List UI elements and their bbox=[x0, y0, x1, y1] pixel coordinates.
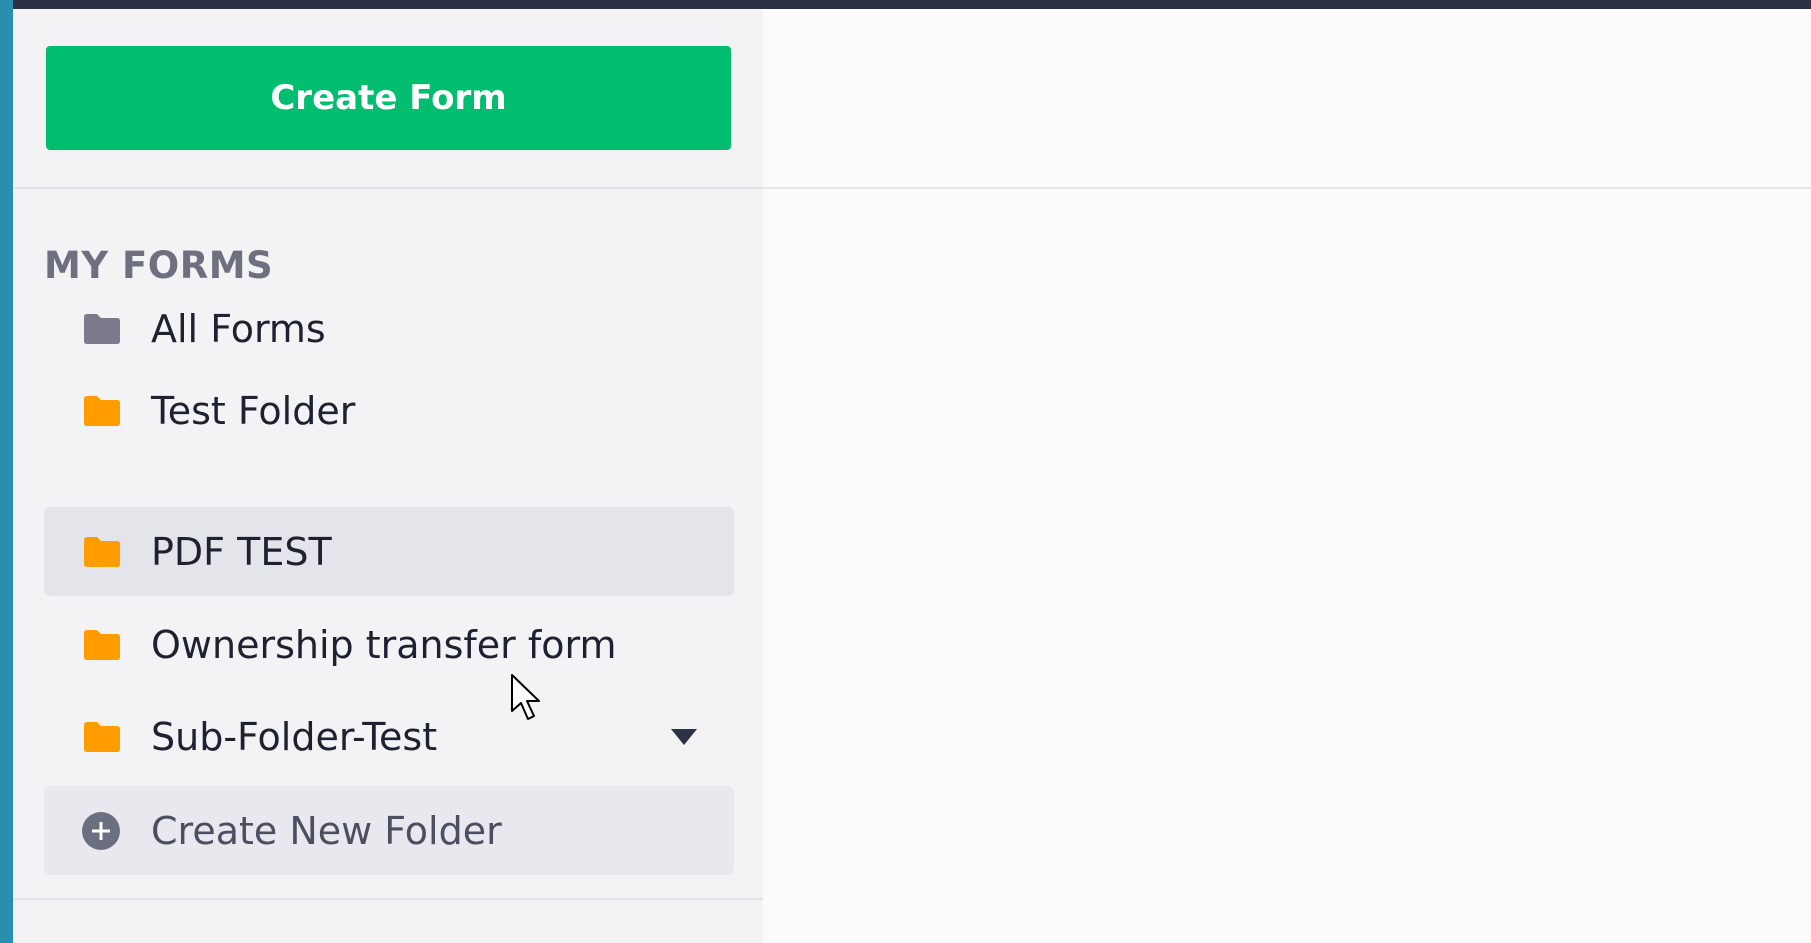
sidebar-item-all-forms[interactable]: All Forms bbox=[44, 284, 734, 373]
main-header-divider bbox=[763, 187, 1811, 189]
sidebar-divider bbox=[13, 898, 763, 900]
top-bar bbox=[0, 0, 1811, 9]
sidebar-item-pdf-test[interactable]: PDF TEST bbox=[44, 507, 734, 596]
folder-icon bbox=[84, 629, 120, 660]
chevron-down-icon[interactable] bbox=[671, 728, 697, 745]
plus-circle-icon bbox=[82, 811, 120, 850]
sidebar-item-label: Sub-Folder-Test bbox=[151, 714, 438, 759]
create-new-folder-button[interactable]: Create New Folder bbox=[44, 786, 734, 875]
sidebar: Create Form MY FORMS All Forms Test Fold… bbox=[13, 9, 763, 943]
folder-icon bbox=[84, 395, 120, 426]
sidebar-header: Create Form bbox=[13, 9, 763, 189]
sidebar-item-ownership-transfer-form[interactable]: Ownership transfer form bbox=[44, 600, 734, 689]
sidebar-item-label: All Forms bbox=[151, 306, 326, 351]
sidebar-item-label: Test Folder bbox=[151, 388, 356, 433]
sidebar-item-label: Ownership transfer form bbox=[151, 622, 617, 667]
my-forms-heading: MY FORMS bbox=[44, 244, 274, 287]
create-new-folder-label: Create New Folder bbox=[151, 808, 502, 853]
sidebar-item-label: PDF TEST bbox=[151, 529, 332, 574]
sidebar-item-sub-folder-test[interactable]: Sub-Folder-Test bbox=[44, 692, 734, 781]
folder-icon bbox=[84, 721, 120, 752]
mouse-cursor-icon bbox=[511, 674, 540, 720]
folder-icon bbox=[84, 313, 120, 344]
create-form-button[interactable]: Create Form bbox=[46, 46, 731, 150]
folder-icon bbox=[84, 536, 120, 567]
left-accent-strip bbox=[0, 0, 13, 943]
sidebar-item-test-folder[interactable]: Test Folder bbox=[44, 366, 734, 455]
app-window: Create Form MY FORMS All Forms Test Fold… bbox=[0, 0, 1811, 943]
